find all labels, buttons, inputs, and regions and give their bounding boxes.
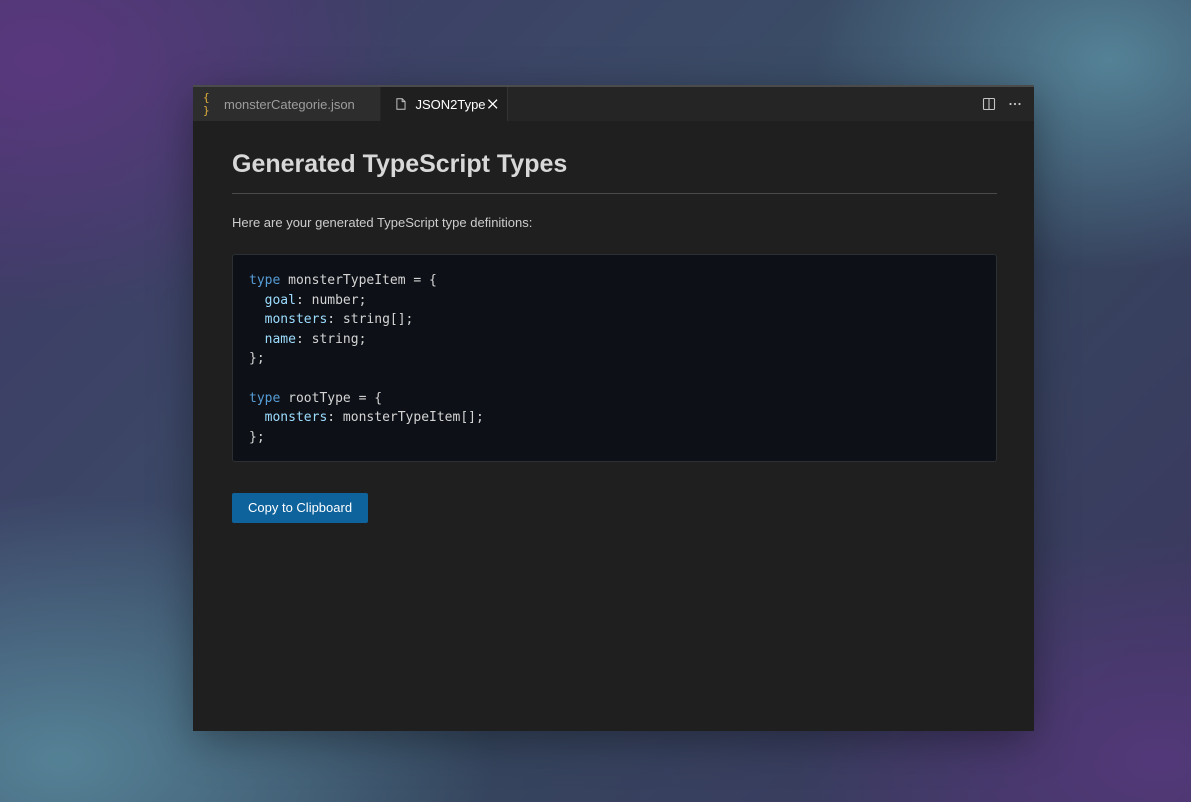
webview-content: Generated TypeScript Types Here are your… <box>193 149 1034 524</box>
code-property: monsters <box>264 312 328 328</box>
code-text: : number; <box>295 292 367 308</box>
code-keyword: type <box>249 390 281 406</box>
split-editor-icon[interactable] <box>982 97 996 111</box>
json-braces-icon: { } <box>203 91 210 117</box>
code-text: : string[]; <box>327 312 414 328</box>
close-icon[interactable] <box>486 97 499 111</box>
code-block: type monsterTypeItem = { goal: number; m… <box>232 254 997 463</box>
editor-window: { } monsterCategorie.json JSON2Type Gene… <box>193 85 1034 731</box>
code-property: goal <box>264 292 296 308</box>
code-text: : string; <box>295 331 367 347</box>
tab-bar: { } monsterCategorie.json JSON2Type <box>193 85 1034 121</box>
code-line: goal: number; <box>249 291 980 311</box>
copy-to-clipboard-button[interactable]: Copy to Clipboard <box>232 493 369 524</box>
code-property: monsters <box>264 410 328 426</box>
code-line: monsters: monsterTypeItem[]; <box>249 408 980 428</box>
code-text: }; <box>249 429 265 445</box>
code-line: }; <box>249 349 980 369</box>
more-actions-icon[interactable] <box>1008 97 1022 111</box>
code-text: monsterTypeItem = { <box>280 273 437 288</box>
code-line: type rootType = { <box>249 389 980 409</box>
tab-label: monsterCategorie.json <box>224 96 355 112</box>
code-text: : monsterTypeItem[]; <box>327 410 484 426</box>
code-text: rootType = { <box>280 390 383 406</box>
tab-label: JSON2Type <box>415 96 486 112</box>
code-line: name: string; <box>249 330 980 350</box>
file-icon <box>396 98 406 110</box>
code-property: name <box>264 331 296 347</box>
tab-monster-categorie-json[interactable]: { } monsterCategorie.json <box>193 87 381 121</box>
code-line: monsters: string[]; <box>249 310 980 330</box>
tab-json2type[interactable]: JSON2Type <box>381 87 508 121</box>
code-text: }; <box>249 351 265 367</box>
code-line: type monsterTypeItem = { <box>249 271 980 291</box>
editor-actions <box>982 87 1022 121</box>
code-line: }; <box>249 428 980 448</box>
intro-text: Here are your generated TypeScript type … <box>232 215 533 230</box>
code-keyword: type <box>249 273 281 288</box>
page-title: Generated TypeScript Types <box>232 149 997 194</box>
